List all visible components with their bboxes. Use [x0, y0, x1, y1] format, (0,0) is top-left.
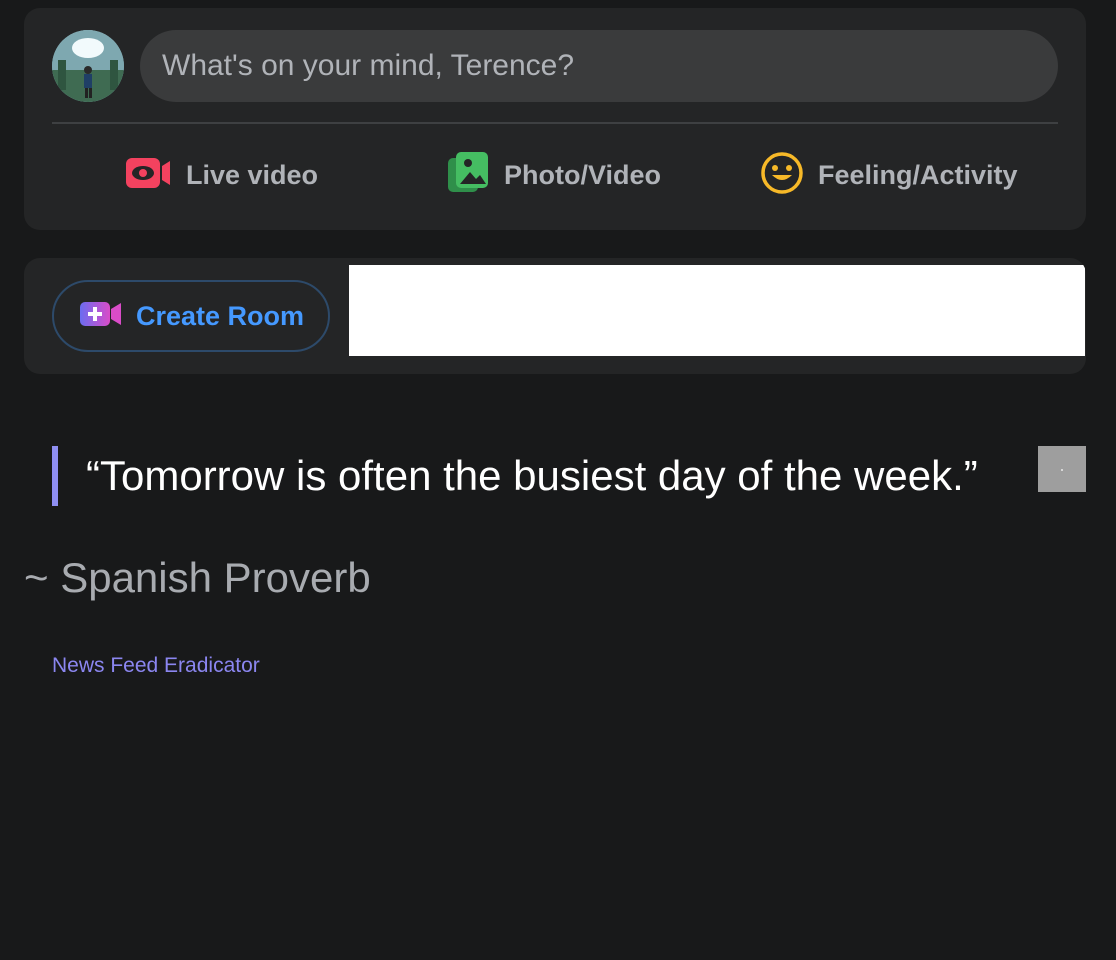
post-composer: Live video Photo/Video	[24, 8, 1086, 230]
dot-icon	[1061, 469, 1063, 471]
live-video-button[interactable]: Live video	[126, 148, 318, 202]
divider	[52, 122, 1058, 124]
create-room-icon	[80, 300, 122, 333]
quote-bar	[52, 446, 58, 506]
quote-text: “Tomorrow is often the busiest day of th…	[86, 452, 978, 499]
feeling-activity-button[interactable]: Feeling/Activity	[760, 148, 1018, 202]
hide-quote-button[interactable]	[1038, 446, 1086, 492]
status-input[interactable]	[140, 30, 1058, 102]
create-room-button[interactable]: Create Room	[52, 280, 330, 352]
news-feed-eradicator-link[interactable]: News Feed Eradicator	[52, 654, 260, 678]
avatar-photo	[52, 30, 124, 102]
quote-author: ~ Spanish Proverb	[24, 554, 371, 601]
redacted-panel	[349, 265, 1085, 356]
live-video-label: Live video	[186, 159, 319, 190]
live-video-icon	[126, 156, 172, 195]
smiley-icon	[760, 151, 804, 200]
avatar[interactable]	[52, 30, 124, 102]
create-room-label: Create Room	[136, 300, 305, 331]
page: Live video Photo/Video	[0, 0, 1116, 960]
photo-video-button[interactable]: Photo/Video	[446, 148, 661, 202]
photo-video-label: Photo/Video	[504, 159, 662, 190]
photo-icon	[446, 151, 490, 199]
rooms-card: Create Room	[24, 258, 1086, 374]
feeling-activity-label: Feeling/Activity	[818, 159, 1018, 190]
